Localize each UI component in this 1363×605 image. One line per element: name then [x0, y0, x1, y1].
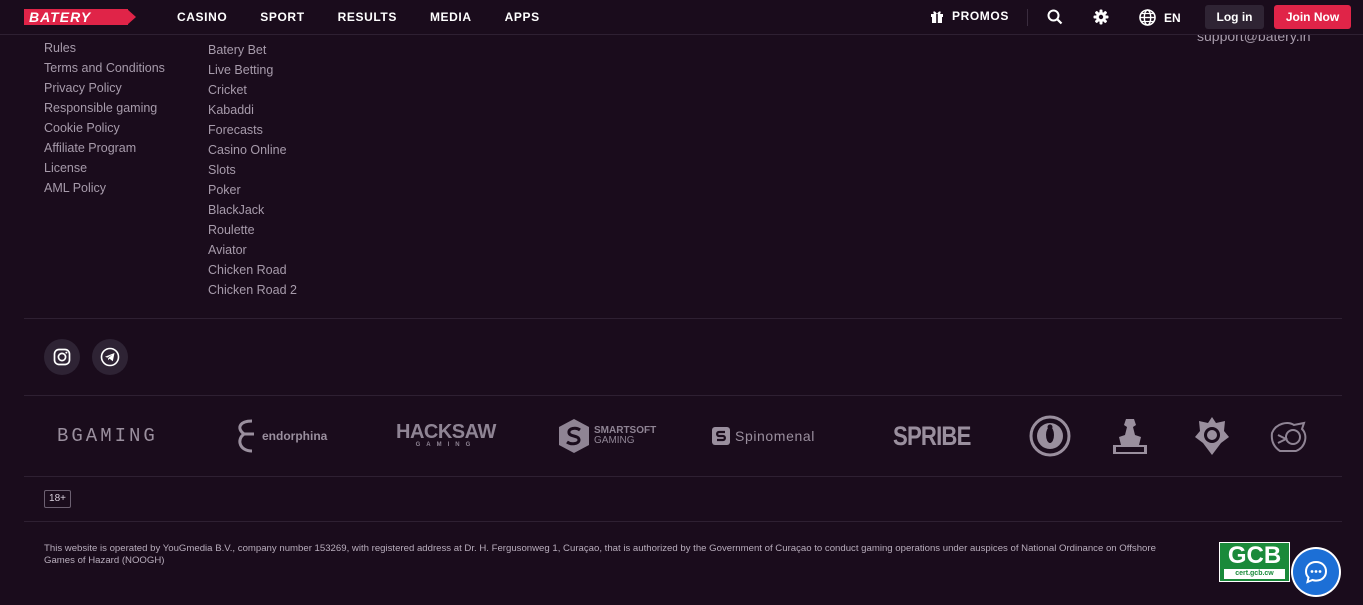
nav-apps[interactable]: APPS: [505, 10, 540, 24]
language-selector[interactable]: EN: [1139, 9, 1181, 26]
telegram-button[interactable]: [92, 339, 128, 375]
legal-disclaimer: This website is operated by YouGmedia B.…: [44, 543, 1156, 566]
top-navigation-bar: BATERY CASINO SPORT RESULTS MEDIA APPS P…: [0, 0, 1363, 35]
batery-logo[interactable]: BATERY: [24, 9, 137, 25]
provider-hacksaw-logo[interactable]: HACKSAW GAMING: [396, 418, 496, 454]
footer-link[interactable]: Chicken Road 2: [208, 280, 297, 300]
footer-link[interactable]: Responsible gaming: [44, 98, 165, 118]
promos-label: PROMOS: [952, 9, 1009, 23]
provider-smartsoft-logo[interactable]: SMARTSOFT GAMING: [557, 418, 656, 454]
footer-link[interactable]: Aviator: [208, 240, 297, 260]
footer-link[interactable]: Casino Online: [208, 140, 297, 160]
age-restriction-badge: 18+: [44, 490, 71, 508]
footer-link[interactable]: BlackJack: [208, 200, 297, 220]
gcb-subtitle: cert.gcb.cw: [1224, 569, 1285, 579]
hacksaw-label: HACKSAW: [396, 421, 496, 443]
divider: [24, 395, 1342, 396]
gcb-license-badge[interactable]: GCB cert.gcb.cw: [1219, 542, 1290, 582]
footer-link[interactable]: Poker: [208, 180, 297, 200]
footer-link[interactable]: Kabaddi: [208, 100, 297, 120]
gear-icon[interactable]: [1093, 9, 1109, 25]
smartsoft-mark-icon: [559, 419, 589, 453]
promos-link[interactable]: PROMOS: [930, 9, 1009, 23]
hacksaw-sub-label: GAMING: [415, 442, 477, 448]
betting-links-column: Batery Bet Live Betting Cricket Kabaddi …: [208, 40, 297, 300]
main-nav: CASINO SPORT RESULTS MEDIA APPS: [177, 10, 573, 24]
provider-bgaming-logo[interactable]: BGAMING: [57, 418, 158, 454]
footer-link[interactable]: AML Policy: [44, 178, 165, 198]
footer-link[interactable]: Cricket: [208, 80, 297, 100]
footer-link[interactable]: Cookie Policy: [44, 118, 165, 138]
chat-bubble-icon: [1304, 560, 1328, 584]
join-now-button[interactable]: Join Now: [1274, 5, 1351, 29]
globe-icon: [1139, 9, 1156, 26]
nav-results[interactable]: RESULTS: [338, 10, 397, 24]
east-bengal-badge-icon[interactable]: [1029, 415, 1071, 457]
gcb-title: GCB: [1227, 542, 1282, 569]
footer-link[interactable]: Forecasts: [208, 120, 297, 140]
divider: [24, 521, 1342, 522]
footer-link[interactable]: Live Betting: [208, 60, 297, 80]
footer-link[interactable]: Rules: [44, 38, 165, 58]
language-label: EN: [1164, 10, 1181, 25]
nav-media[interactable]: MEDIA: [430, 10, 472, 24]
instagram-button[interactable]: [44, 339, 80, 375]
nav-casino[interactable]: CASINO: [177, 10, 227, 24]
spinomenal-label: Spinomenal: [735, 428, 815, 444]
divider: [24, 318, 1342, 319]
footer-link[interactable]: Slots: [208, 160, 297, 180]
logo-text: BATERY: [24, 9, 128, 25]
info-links-column: Rules Terms and Conditions Privacy Polic…: [44, 38, 165, 198]
instagram-icon: [53, 348, 71, 366]
divider: [24, 476, 1342, 477]
search-icon[interactable]: [1047, 9, 1063, 25]
provider-spinomenal-logo[interactable]: Spinomenal: [711, 418, 815, 454]
login-button[interactable]: Log in: [1205, 5, 1264, 29]
smartsoft-text: SMARTSOFT GAMING: [594, 426, 656, 446]
endorphina-label: endorphina: [262, 429, 328, 443]
footer-link[interactable]: License: [44, 158, 165, 178]
team-badge-icon[interactable]: [1109, 415, 1151, 457]
footer-link[interactable]: Affiliate Program: [44, 138, 165, 158]
provider-endorphina-logo[interactable]: endorphina: [234, 418, 327, 454]
knights-badge-icon[interactable]: [1191, 415, 1233, 457]
provider-spribe-logo[interactable]: SPRIBE: [893, 418, 971, 454]
smartsoft-sub-label: GAMING: [594, 435, 635, 446]
logo-chevron: [127, 9, 136, 25]
footer-link[interactable]: Terms and Conditions: [44, 58, 165, 78]
footer-link[interactable]: Chicken Road: [208, 260, 297, 280]
nav-sport[interactable]: SPORT: [260, 10, 304, 24]
gift-icon: [931, 11, 943, 23]
header-divider: [1027, 9, 1028, 26]
footer-link[interactable]: Privacy Policy: [44, 78, 165, 98]
spinomenal-mark-icon: [712, 427, 730, 445]
footer-link[interactable]: Batery Bet: [208, 40, 297, 60]
live-chat-button[interactable]: [1293, 549, 1339, 595]
telegram-icon: [100, 347, 120, 367]
endorphina-mark-icon: [238, 419, 254, 453]
footer-link[interactable]: Roulette: [208, 220, 297, 240]
super-kings-badge-icon[interactable]: [1268, 415, 1310, 457]
